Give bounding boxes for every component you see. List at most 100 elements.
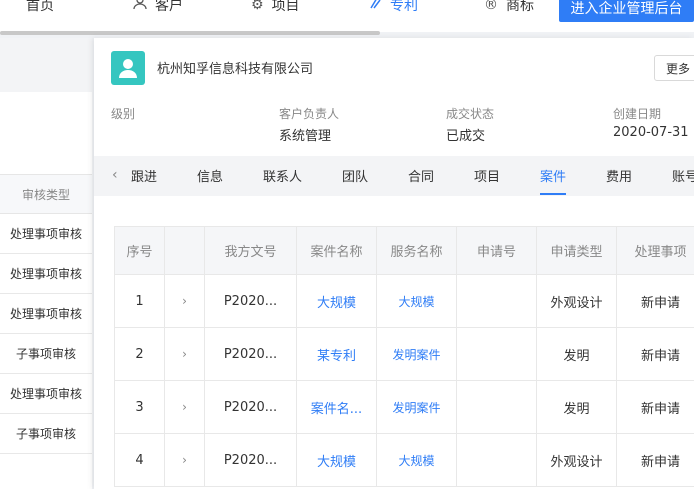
case-name-link[interactable]: 案件名... (311, 398, 362, 417)
doc-no: P2020... (223, 399, 278, 415)
nav-item-label: 商标 (506, 0, 534, 14)
expand-cell[interactable]: › (164, 380, 205, 434)
column-header: 序号 (114, 226, 165, 275)
table-row: 2 › P2020... 某专利 发明案件 发明 新申请 (114, 327, 694, 381)
index-cell: 1 (114, 274, 165, 328)
nav-item-project[interactable]: ⚙ 项目 (251, 0, 300, 16)
column-header: 申请类型 (536, 226, 617, 275)
nav-item-label: 项目 (271, 0, 300, 14)
service-cell[interactable]: 发明案件 (376, 380, 457, 434)
case-name-cell[interactable]: 某专利 (296, 327, 377, 381)
column-header: 案件名称 (296, 226, 377, 275)
nav-item-label: 客户 (155, 0, 183, 14)
service-link[interactable]: 大规模 (398, 454, 434, 468)
chevron-right-icon[interactable]: › (182, 347, 187, 361)
app-no-cell (456, 327, 537, 381)
list-item[interactable]: 子事项审核 (0, 334, 92, 374)
chevron-right-icon[interactable]: › (182, 453, 187, 467)
horizontal-scrollbar[interactable] (0, 31, 380, 35)
patent-icon (368, 0, 382, 14)
case-name-cell[interactable]: 案件名... (296, 380, 377, 434)
table-row: 3 › P2020... 案件名... 发明案件 发明 新申请 (114, 380, 694, 434)
list-item[interactable]: 处理事项审核 (0, 294, 92, 334)
column-header (164, 226, 205, 275)
table-header-row: 序号 我方文号 案件名称 服务名称 申请号 申请类型 处理事项 (114, 226, 694, 275)
case-name-cell[interactable]: 大规模 (296, 274, 377, 328)
list-item[interactable]: 处理事项审核 (0, 254, 92, 294)
app-type-cell: 发明 (536, 380, 617, 434)
service-link[interactable]: 发明案件 (392, 348, 440, 362)
app-no-cell (456, 274, 537, 328)
level-label: 级别 (111, 107, 136, 121)
chevron-right-icon[interactable]: › (182, 294, 187, 308)
table-row: 1 › P2020... 大规模 大规模 外观设计 新申请 (114, 274, 694, 328)
owner-value: 系统管理 (279, 129, 332, 144)
doc-no: P2020... (223, 452, 278, 468)
chevron-left-icon[interactable]: ‹ (112, 167, 118, 183)
case-name-cell[interactable]: 大规模 (296, 433, 377, 487)
doc-no: P2020... (223, 293, 278, 309)
tab-contacts[interactable]: 联系人 (263, 166, 302, 185)
tab-cases[interactable]: 案件 (540, 166, 566, 185)
active-tab-indicator (540, 193, 566, 195)
service-cell[interactable]: 大规模 (376, 433, 457, 487)
index-cell: 2 (114, 327, 165, 381)
column-header: 我方文号 (204, 226, 297, 275)
tab-fees[interactable]: 费用 (606, 166, 632, 185)
top-navigation: 首页 客户 ⚙ 项目 专利 ® 商标 进入企业管理后台 (0, 0, 694, 32)
service-cell[interactable]: 发明案件 (376, 327, 457, 381)
service-link[interactable]: 发明案件 (392, 401, 440, 415)
column-header: 处理事项 (616, 226, 694, 275)
created-date-value: 2020-07-31 (613, 125, 689, 140)
app-no-cell (456, 433, 537, 487)
doc-no: P2020... (223, 346, 278, 362)
app-type-cell: 外观设计 (536, 433, 617, 487)
app-no-cell (456, 380, 537, 434)
nav-item-trademark[interactable]: ® 商标 (484, 0, 534, 16)
case-name-link[interactable]: 大规模 (317, 451, 356, 470)
column-header: 服务名称 (376, 226, 457, 275)
tab-contract[interactable]: 合同 (408, 166, 434, 185)
list-item[interactable]: 处理事项审核 (0, 374, 92, 414)
nav-item-customer[interactable]: 客户 (133, 0, 183, 16)
todo-cell: 新申请 (616, 380, 694, 434)
owner-label: 客户负责人 (279, 107, 340, 121)
index-cell: 3 (114, 380, 165, 434)
case-table: 序号 我方文号 案件名称 服务名称 申请号 申请类型 处理事项 1 › P202… (114, 226, 694, 489)
tab-account[interactable]: 账号 (672, 166, 694, 185)
left-panel-filter-area (0, 38, 92, 92)
todo-cell: 新申请 (616, 274, 694, 328)
tab-team[interactable]: 团队 (342, 166, 368, 185)
nav-item-patent[interactable]: 专利 (368, 0, 418, 16)
todo-cell: 新申请 (616, 327, 694, 381)
company-name: 杭州知孚信息科技有限公司 (157, 62, 314, 77)
nav-item-label: 专利 (390, 0, 418, 14)
list-item[interactable]: 处理事项审核 (0, 214, 92, 254)
doc-no-cell: P2020... (204, 327, 297, 381)
doc-no-cell: P2020... (204, 433, 297, 487)
doc-no-cell: P2020... (204, 274, 297, 328)
case-name-link[interactable]: 大规模 (317, 292, 356, 311)
nav-item-home[interactable]: 首页 (26, 0, 54, 16)
created-date-label: 创建日期 (613, 107, 662, 121)
gear-icon: ⚙ (251, 0, 264, 13)
deal-status-label: 成交状态 (446, 107, 495, 121)
doc-no-cell: P2020... (204, 380, 297, 434)
tab-follow-up[interactable]: 跟进 (131, 166, 157, 185)
tab-info[interactable]: 信息 (197, 166, 223, 185)
expand-cell[interactable]: › (164, 327, 205, 381)
tab-project[interactable]: 项目 (474, 166, 500, 185)
list-item[interactable]: 子事项审核 (0, 414, 92, 454)
chevron-right-icon[interactable]: › (182, 400, 187, 414)
enter-admin-button[interactable]: 进入企业管理后台 (559, 0, 694, 22)
case-name-link[interactable]: 某专利 (317, 345, 356, 364)
customer-icon (133, 0, 147, 14)
todo-cell: 新申请 (616, 433, 694, 487)
index-cell: 4 (114, 433, 165, 487)
service-cell[interactable]: 大规模 (376, 274, 457, 328)
expand-cell[interactable]: › (164, 433, 205, 487)
more-button[interactable]: 更多 (654, 55, 694, 81)
service-link[interactable]: 大规模 (398, 295, 434, 309)
expand-cell[interactable]: › (164, 274, 205, 328)
app-type-cell: 外观设计 (536, 274, 617, 328)
